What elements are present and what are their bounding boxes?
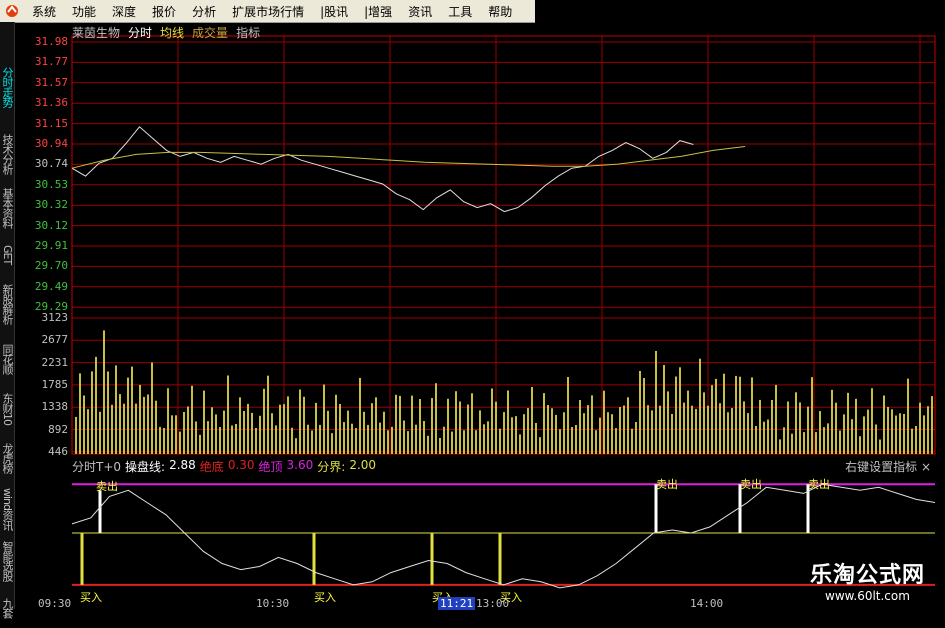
line2-label: 绝底 <box>199 460 224 474</box>
sidebar-tab-fundamental[interactable]: 基本资料 <box>0 182 13 234</box>
average-line <box>71 146 746 169</box>
menu-function[interactable]: 功能 <box>64 3 104 20</box>
line1-label: 操盘线: <box>125 460 166 474</box>
line3-value: 3.60 <box>286 458 314 472</box>
price-line <box>71 126 694 213</box>
price-tick-label: 30.74 <box>34 157 68 171</box>
indicator-settings-link[interactable]: 右键设置指标 × <box>845 458 931 475</box>
sell-signal-label: 卖出 <box>808 478 830 491</box>
tab-average[interactable]: 均线 <box>160 24 184 41</box>
sidebar-tab-ipo[interactable]: 新股解析 <box>0 276 13 332</box>
line3-label: 绝顶 <box>258 460 283 474</box>
sell-signal-label: 卖出 <box>656 478 678 491</box>
line1-value: 2.88 <box>169 458 196 472</box>
price-tick-label: 30.53 <box>34 177 68 191</box>
price-tick-label: 31.57 <box>34 75 68 89</box>
menu-bar: 系统 功能 深度 报价 分析 扩展市场行情 |股讯 |增强 资讯 工具 帮助 <box>0 0 535 23</box>
time-label: 10:30 <box>256 597 290 610</box>
price-grid <box>71 35 936 455</box>
stock-name: 莱茵生物 <box>72 26 121 40</box>
price-tick-label: 29.49 <box>34 279 68 293</box>
volume-tick-label: 1338 <box>41 400 69 414</box>
menu-info[interactable]: 资讯 <box>400 3 440 20</box>
chart-header: 莱茵生物 分时 均线 成交量 指标 <box>72 24 260 41</box>
time-label: 14:00 <box>690 597 724 610</box>
menu-stock-news[interactable]: |股讯 <box>312 3 356 20</box>
volume-tick-label: 2677 <box>41 333 69 347</box>
tab-indicator[interactable]: 指标 <box>236 24 260 41</box>
sidebar-tab-get[interactable]: GET <box>0 236 13 274</box>
sidebar-tab-nine[interactable]: 九套 <box>0 588 13 628</box>
indicator-line <box>71 483 936 589</box>
indicator-legend: 分时T+0 操盘线: 2.88 绝底 0.30 绝顶 3.60 分界: 2.00 <box>72 458 376 475</box>
tab-intraday[interactable]: 分时 <box>128 24 152 41</box>
indicator-name: 分时T+0 <box>72 460 122 474</box>
volume-tick-label: 2231 <box>41 355 69 369</box>
watermark-url: www.60lt.com <box>825 589 910 603</box>
price-tick-label: 30.12 <box>34 218 68 232</box>
price-tick-label: 31.77 <box>34 55 68 69</box>
price-tick-label: 31.36 <box>34 96 68 110</box>
stock-chart[interactable] <box>0 0 945 609</box>
sidebar-tab-eastmoney[interactable]: 东财10 <box>0 386 13 432</box>
left-sidebar: 分时走势 技术分析 基本资料 GET 新股解析 同花顺 东财10 龙虎榜 win… <box>0 22 15 618</box>
menu-quote[interactable]: 报价 <box>144 3 184 20</box>
price-tick-label: 31.15 <box>34 116 68 130</box>
sidebar-tab-intraday[interactable]: 分时走势 <box>0 48 13 126</box>
sidebar-tab-wind[interactable]: wind资讯 <box>0 484 13 534</box>
sidebar-tab-technical[interactable]: 技术分析 <box>0 128 13 180</box>
sell-signal-label: 卖出 <box>96 480 118 493</box>
time-label: 13:00 <box>476 597 510 610</box>
sidebar-tab-ths[interactable]: 同花顺 <box>0 334 13 384</box>
watermark-title: 乐淘公式网 <box>809 563 925 588</box>
watermark: 乐淘公式网 www.60lt.com <box>810 557 925 603</box>
line4-label: 分界: <box>317 460 346 474</box>
volume-tick-label: 892 <box>48 422 68 436</box>
line4-value: 2.00 <box>349 458 377 472</box>
volume-bars <box>75 330 933 454</box>
time-label: 09:30 <box>38 597 72 610</box>
tab-volume[interactable]: 成交量 <box>192 24 228 41</box>
menu-enhance[interactable]: |增强 <box>356 3 400 20</box>
time-label-cursor: 11:21 <box>438 597 476 610</box>
indicator-panel <box>72 483 935 586</box>
menu-depth[interactable]: 深度 <box>104 3 144 20</box>
sidebar-tab-lhb[interactable]: 龙虎榜 <box>0 434 13 482</box>
buy-signal-label: 买入 <box>314 591 336 604</box>
volume-tick-label: 1785 <box>41 377 69 391</box>
price-tick-label: 30.32 <box>34 198 68 212</box>
price-tick-label: 30.94 <box>34 137 68 150</box>
volume-tick-label: 446 <box>48 444 68 458</box>
menu-help[interactable]: 帮助 <box>480 3 520 20</box>
price-tick-label: 29.70 <box>34 259 68 273</box>
sidebar-tab-stockpick[interactable]: 智能选股 <box>0 536 13 586</box>
price-axis: 31.98 31.77 31.57 31.36 31.15 30.94 30.74 30.53… <box>16 0 68 609</box>
buy-signal-label: 买入 <box>80 591 102 604</box>
price-tick-label: 29.91 <box>34 239 68 252</box>
menu-tools[interactable]: 工具 <box>440 3 480 20</box>
sell-signal-label: 卖出 <box>740 478 762 491</box>
menu-extended-market[interactable]: 扩展市场行情 <box>224 3 312 20</box>
line2-value: 0.30 <box>227 458 255 472</box>
volume-tick-label: 3123 <box>41 311 69 324</box>
menu-analysis[interactable]: 分析 <box>184 3 224 20</box>
price-tick-label: 31.98 <box>34 35 68 48</box>
chart-frame <box>71 35 936 455</box>
